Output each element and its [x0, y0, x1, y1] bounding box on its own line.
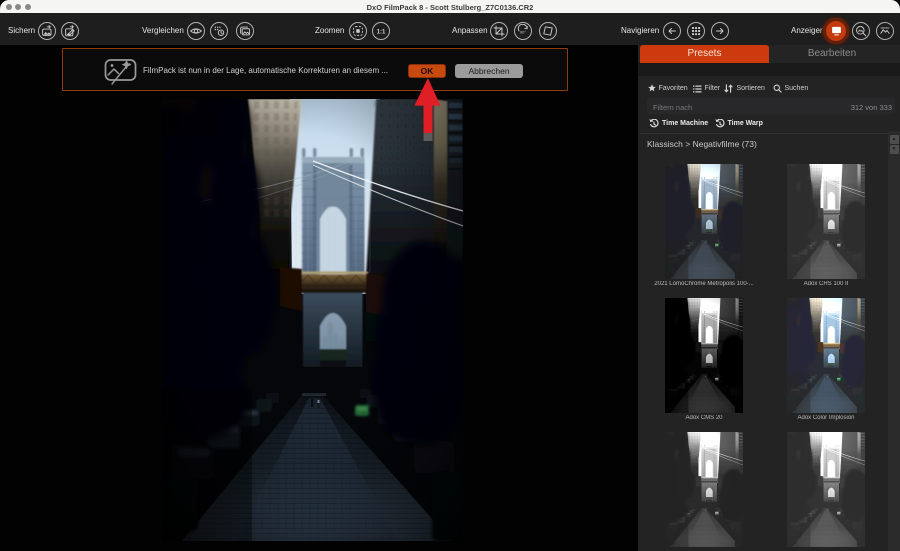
svg-text:90°: 90° — [520, 29, 526, 34]
svg-text:1:1: 1:1 — [377, 29, 386, 35]
